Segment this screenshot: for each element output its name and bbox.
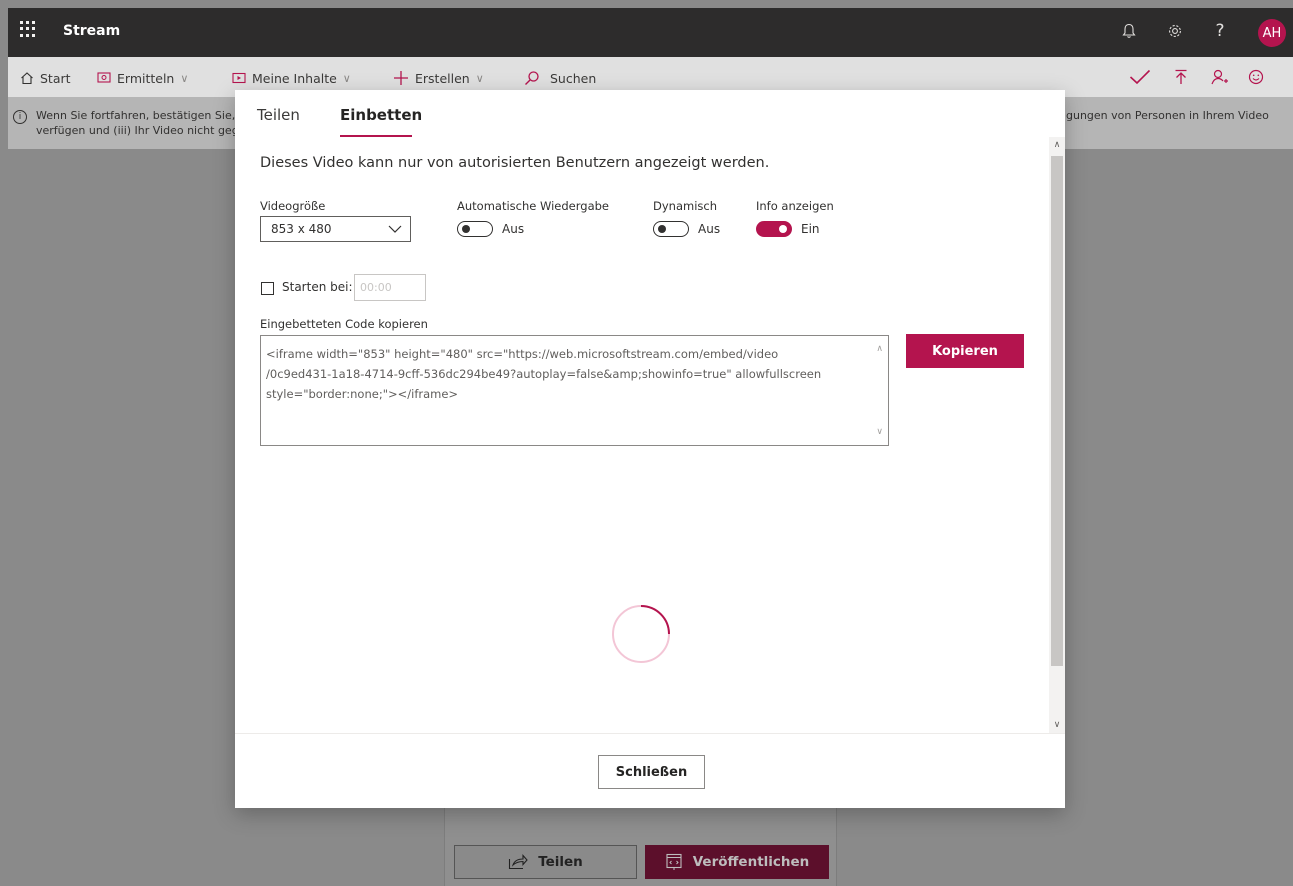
nav-discover-label: Ermitteln bbox=[117, 70, 175, 86]
embed-code-line: /0c9ed431-1a18-4714-9cff-536dc294be49?au… bbox=[266, 367, 822, 381]
start-at-input[interactable]: 00:00 bbox=[354, 274, 426, 301]
nav-my-content[interactable]: Meine Inhalte ∨ bbox=[232, 69, 351, 87]
toggle-knob bbox=[779, 225, 787, 233]
loading-spinner bbox=[612, 605, 670, 663]
autoplay-label: Automatische Wiedergabe bbox=[457, 199, 609, 213]
tab-share[interactable]: Teilen bbox=[257, 106, 300, 124]
add-person-icon[interactable] bbox=[1208, 65, 1232, 89]
publish-button[interactable]: Veröffentlichen bbox=[645, 845, 829, 879]
embed-code-line: style="border:none;"></iframe> bbox=[266, 387, 459, 401]
nav-search[interactable]: Suchen bbox=[524, 69, 596, 87]
footer-divider bbox=[235, 733, 1065, 734]
share-dialog: Teilen Einbetten Dieses Video kann nur v… bbox=[235, 90, 1065, 808]
active-tab-indicator bbox=[340, 135, 412, 137]
embed-code-label: Eingebetteten Code kopieren bbox=[260, 317, 428, 331]
chevron-down-icon: ∨ bbox=[342, 71, 351, 85]
embed-code-line: <iframe width="853" height="480" src="ht… bbox=[266, 347, 779, 361]
dialog-scrollbar[interactable]: ∧ ∨ bbox=[1049, 137, 1065, 733]
autoplay-toggle[interactable] bbox=[457, 221, 493, 237]
info-icon: i bbox=[13, 110, 27, 124]
start-at-label: Starten bei: bbox=[282, 280, 353, 294]
chevron-down-icon bbox=[388, 225, 402, 233]
checkmark-icon[interactable] bbox=[1128, 65, 1152, 89]
publish-button-label: Veröffentlichen bbox=[692, 854, 810, 870]
toggle-knob bbox=[658, 225, 666, 233]
gear-icon[interactable] bbox=[1162, 18, 1188, 44]
scrollbar-thumb[interactable] bbox=[1051, 156, 1063, 666]
nav-discover[interactable]: Ermitteln ∨ bbox=[97, 69, 188, 87]
nav-start-label: Start bbox=[40, 70, 71, 86]
nav-start[interactable]: Start bbox=[20, 69, 71, 87]
dynamic-label: Dynamisch bbox=[653, 199, 717, 213]
help-icon[interactable]: ? bbox=[1207, 18, 1233, 44]
scroll-up-icon[interactable]: ∧ bbox=[1049, 137, 1065, 153]
embed-description: Dieses Video kann nur von autorisierten … bbox=[260, 155, 770, 171]
dynamic-state: Aus bbox=[698, 222, 721, 236]
video-icon bbox=[232, 72, 246, 84]
video-size-select[interactable]: 853 x 480 bbox=[260, 216, 411, 242]
share-icon bbox=[509, 854, 528, 870]
start-at-checkbox[interactable] bbox=[261, 282, 274, 295]
feedback-smiley-icon[interactable] bbox=[1244, 65, 1268, 89]
share-button[interactable]: Teilen bbox=[454, 845, 637, 879]
close-button[interactable]: Schließen bbox=[598, 755, 705, 789]
app-launcher-icon[interactable] bbox=[20, 21, 36, 37]
embed-code-textarea[interactable]: <iframe width="853" height="480" src="ht… bbox=[260, 335, 889, 446]
show-info-state: Ein bbox=[801, 222, 820, 236]
notice-text-line2: verfügen und (iii) Ihr Video nicht geg bbox=[36, 124, 239, 137]
share-button-label: Teilen bbox=[538, 854, 583, 870]
notice-text-line1: Wenn Sie fortfahren, bestätigen Sie, bbox=[36, 109, 236, 122]
dynamic-toggle[interactable] bbox=[653, 221, 689, 237]
plus-icon bbox=[394, 71, 408, 85]
nav-my-content-label: Meine Inhalte bbox=[252, 70, 337, 86]
chevron-down-icon: ∨ bbox=[475, 71, 484, 85]
notice-text-right: gungen von Personen in Ihrem Video bbox=[1066, 109, 1269, 122]
scroll-down-icon[interactable]: ∨ bbox=[1049, 717, 1065, 733]
video-size-label: Videogröße bbox=[260, 199, 326, 213]
app-title[interactable]: Stream bbox=[63, 23, 120, 39]
show-info-label: Info anzeigen bbox=[756, 199, 834, 213]
video-size-value: 853 x 480 bbox=[271, 222, 332, 236]
discover-icon bbox=[97, 72, 111, 83]
search-icon bbox=[525, 71, 539, 85]
copy-button[interactable]: Kopieren bbox=[906, 334, 1024, 368]
show-info-toggle[interactable] bbox=[756, 221, 792, 237]
tab-embed[interactable]: Einbetten bbox=[340, 106, 422, 124]
nav-create[interactable]: Erstellen ∨ bbox=[393, 69, 484, 87]
upload-icon[interactable] bbox=[1169, 65, 1193, 89]
nav-search-label: Suchen bbox=[550, 70, 597, 86]
top-bar: Stream ? AH bbox=[8, 8, 1293, 57]
toggle-knob bbox=[462, 225, 470, 233]
home-icon bbox=[21, 72, 33, 85]
nav-create-label: Erstellen bbox=[415, 70, 470, 86]
scroll-down-icon[interactable]: ∨ bbox=[876, 422, 883, 442]
publish-icon bbox=[666, 853, 682, 870]
chevron-down-icon: ∨ bbox=[180, 71, 189, 85]
autoplay-state: Aus bbox=[502, 222, 525, 236]
avatar[interactable]: AH bbox=[1258, 19, 1286, 47]
bell-icon[interactable] bbox=[1116, 18, 1142, 44]
scroll-up-icon[interactable]: ∧ bbox=[876, 339, 883, 359]
